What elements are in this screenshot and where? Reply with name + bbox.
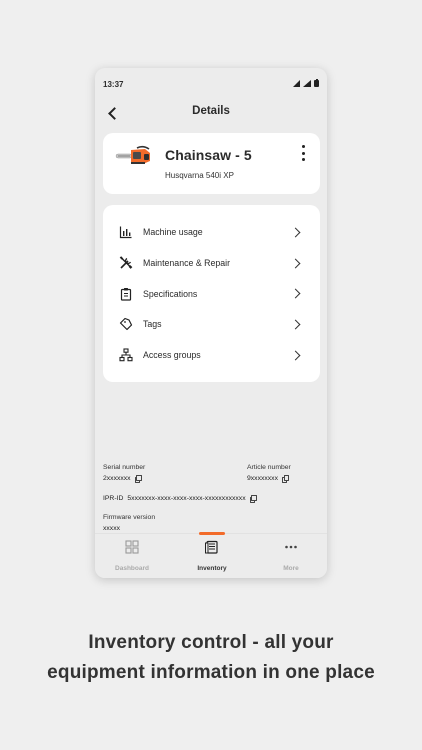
copy-icon[interactable] (249, 495, 257, 503)
chevron-right-icon (290, 258, 301, 268)
chevron-right-icon (290, 350, 301, 361)
nav-more[interactable]: More (256, 540, 326, 572)
menu-label: Access groups (143, 350, 201, 361)
machine-name: Chainsaw - 5 (165, 147, 252, 163)
kebab-menu-icon[interactable] (300, 145, 306, 161)
serial-number-label: Serial number (103, 464, 146, 471)
menu-label: Specifications (143, 288, 198, 299)
details-menu: Machine usage Maintenance & Repair Speci… (103, 205, 320, 382)
copy-icon[interactable] (281, 475, 290, 483)
ipr-id-block: IPR-ID 5xxxxxxx-xxxx-xxxx-xxxx-xxxxxxxxx… (103, 495, 257, 503)
status-icons (293, 78, 319, 87)
phone-screen: 13:37 Details Chainsaw - 5 Husqvarna 540… (95, 68, 327, 578)
menu-item-maintenance-repair[interactable]: Maintenance & Repair (103, 248, 320, 279)
menu-item-access-groups[interactable]: Access groups (103, 340, 320, 371)
inventory-icon (205, 540, 218, 554)
menu-label: Maintenance & Repair (143, 258, 231, 269)
bar-chart-icon (118, 224, 134, 240)
status-bar: 13:37 (95, 78, 327, 92)
battery-icon (314, 78, 319, 87)
clipboard-icon (118, 286, 134, 302)
menu-item-specifications[interactable]: Specifications (103, 278, 320, 309)
wifi-icon (303, 80, 311, 87)
status-time: 13:37 (103, 80, 124, 89)
menu-item-machine-usage[interactable]: Machine usage (103, 217, 320, 248)
nav-label: Dashboard (115, 565, 149, 572)
serial-number-value: 2xxxxxxx (103, 475, 131, 482)
firmware-label: Firmware version (103, 514, 156, 521)
more-dots-icon (285, 545, 297, 549)
ipr-id-label: IPR-ID (103, 495, 124, 502)
nav-label: Inventory (197, 565, 227, 572)
machine-card[interactable]: Chainsaw - 5 Husqvarna 540i XP (103, 133, 320, 194)
bottom-navigation: Dashboard Inventory More (95, 532, 327, 578)
chevron-right-icon (290, 227, 301, 238)
article-number-value: 9xxxxxxxx (247, 475, 278, 482)
tagline-line-1: Inventory control - all your (88, 632, 334, 653)
firmware-value: xxxxx (103, 525, 120, 532)
menu-item-tags[interactable]: Tags (103, 309, 320, 340)
chevron-right-icon (290, 319, 301, 330)
chainsaw-image (115, 145, 150, 164)
tools-icon (118, 255, 134, 271)
tagline-line-2: equipment information in one place (47, 662, 375, 683)
signal-icon (293, 80, 300, 87)
nav-label: More (283, 565, 299, 572)
top-bar: Details (95, 102, 327, 124)
copy-icon[interactable] (134, 475, 142, 483)
ipr-id-value: 5xxxxxxx-xxxx-xxxx-xxxx-xxxxxxxxxxxx (127, 495, 246, 502)
serial-number-block: Serial number 2xxxxxxx (103, 464, 146, 483)
article-number-block: Article number 9xxxxxxxx (247, 464, 291, 483)
machine-model: Husqvarna 540i XP (165, 171, 234, 180)
menu-label: Tags (143, 319, 162, 330)
grid-icon (125, 540, 139, 554)
hierarchy-icon (118, 347, 134, 363)
tag-icon (118, 316, 134, 332)
nav-dashboard[interactable]: Dashboard (97, 540, 167, 572)
page-title: Details (192, 105, 230, 117)
firmware-block: Firmware version xxxxx (103, 514, 155, 532)
article-number-label: Article number (247, 464, 291, 471)
marketing-tagline: Inventory control - all your equipment i… (0, 628, 422, 688)
menu-label: Machine usage (143, 227, 203, 238)
chevron-right-icon (290, 288, 301, 299)
nav-inventory[interactable]: Inventory (177, 540, 247, 572)
active-tab-indicator (199, 532, 225, 535)
